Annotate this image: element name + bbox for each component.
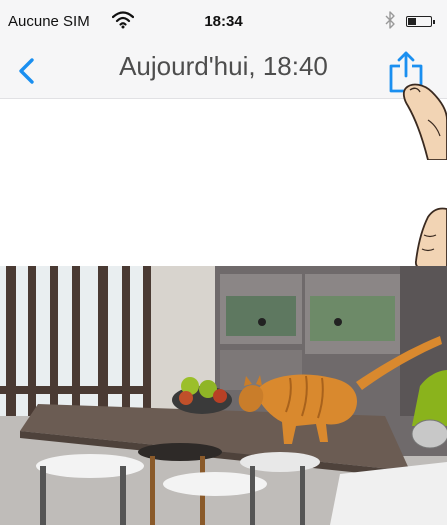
- status-time: 18:34: [204, 13, 243, 30]
- kitchen-cat-photo: [0, 266, 447, 525]
- page-title: Aujourd'hui, 18:40: [119, 51, 328, 81]
- battery-tip: [433, 20, 435, 24]
- status-bar: Aucune SIM 18:34: [0, 0, 447, 44]
- navigation-bar: Aujourd'hui, 18:40: [0, 44, 447, 99]
- battery-fill: [408, 18, 416, 25]
- battery-icon: [406, 16, 435, 27]
- pointing-hand-illustration: [414, 207, 447, 270]
- bluetooth-icon: [385, 11, 395, 29]
- share-icon[interactable]: [386, 50, 426, 94]
